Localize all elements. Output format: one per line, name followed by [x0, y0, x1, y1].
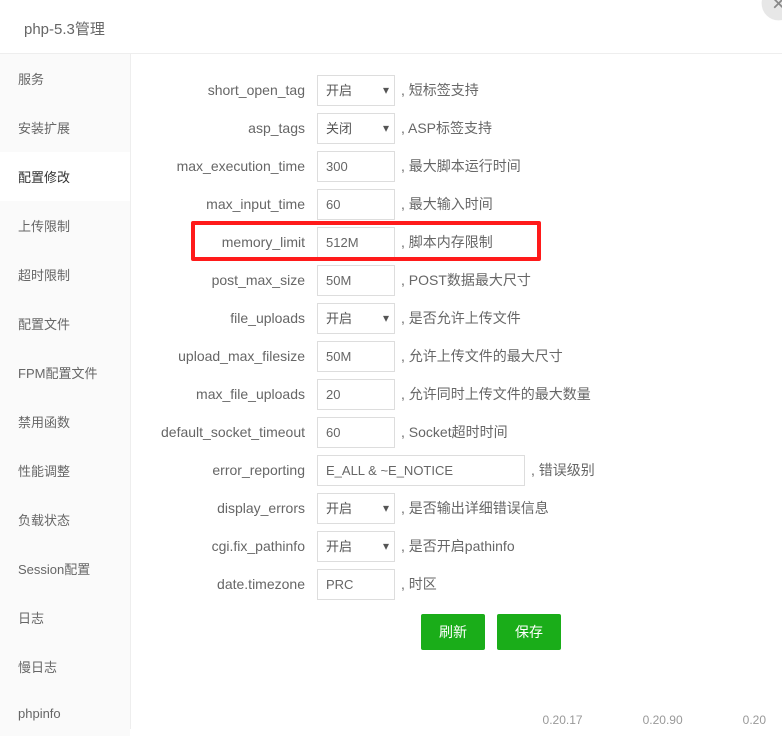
sidebar: 服务安装扩展配置修改上传限制超时限制配置文件FPM配置文件禁用函数性能调整负载状… [0, 54, 131, 729]
form-row-date.timezone: date.timezone , 时区 [131, 568, 772, 600]
refresh-button[interactable]: 刷新 [421, 614, 485, 650]
form-row-display_errors: display_errors开启 , 是否输出详细错误信息 [131, 492, 772, 524]
desc-date.timezone: , 时区 [401, 574, 437, 594]
form-label-max_file_uploads: max_file_uploads [131, 386, 317, 402]
select-wrap-short_open_tag: 开启 [317, 75, 395, 106]
sidebar-item-7[interactable]: 禁用函数 [0, 397, 130, 446]
select-display_errors[interactable]: 开启 [317, 493, 395, 524]
select-cgi.fix_pathinfo[interactable]: 开启 [317, 531, 395, 562]
desc-max_execution_time: , 最大脚本运行时间 [401, 156, 521, 176]
form-row-post_max_size: post_max_size , POST数据最大尺寸 [131, 264, 772, 296]
save-button[interactable]: 保存 [497, 614, 561, 650]
input-max_input_time[interactable] [317, 189, 395, 220]
form-row-memory_limit: memory_limit , 脚本内存限制 [131, 226, 772, 258]
form-label-short_open_tag: short_open_tag [131, 82, 317, 98]
select-wrap-cgi.fix_pathinfo: 开启 [317, 531, 395, 562]
input-upload_max_filesize[interactable] [317, 341, 395, 372]
form-label-error_reporting: error_reporting [131, 462, 317, 478]
sidebar-item-13[interactable]: phpinfo [0, 691, 130, 736]
input-default_socket_timeout[interactable] [317, 417, 395, 448]
desc-display_errors: , 是否输出详细错误信息 [401, 498, 549, 518]
desc-max_input_time: , 最大输入时间 [401, 194, 493, 214]
form-label-cgi.fix_pathinfo: cgi.fix_pathinfo [131, 538, 317, 554]
desc-cgi.fix_pathinfo: , 是否开启pathinfo [401, 536, 515, 556]
form-row-max_file_uploads: max_file_uploads , 允许同时上传文件的最大数量 [131, 378, 772, 410]
form-row-error_reporting: error_reporting , 错误级别 [131, 454, 772, 486]
form-label-default_socket_timeout: default_socket_timeout [131, 424, 317, 440]
footer-n2: 0.20.90 [643, 713, 683, 727]
desc-asp_tags: , ASP标签支持 [401, 118, 492, 138]
desc-max_file_uploads: , 允许同时上传文件的最大数量 [401, 384, 591, 404]
select-wrap-asp_tags: 关闭 [317, 113, 395, 144]
input-max_execution_time[interactable] [317, 151, 395, 182]
input-post_max_size[interactable] [317, 265, 395, 296]
input-error_reporting[interactable] [317, 455, 525, 486]
main-panel: short_open_tag开启, 短标签支持asp_tags关闭, ASP标签… [131, 54, 782, 729]
form-label-asp_tags: asp_tags [131, 120, 317, 136]
form-row-asp_tags: asp_tags关闭 , ASP标签支持 [131, 112, 772, 144]
sidebar-item-3[interactable]: 上传限制 [0, 201, 130, 250]
select-wrap-display_errors: 开启 [317, 493, 395, 524]
form-label-post_max_size: post_max_size [131, 272, 317, 288]
form-label-max_execution_time: max_execution_time [131, 158, 317, 174]
form-label-file_uploads: file_uploads [131, 310, 317, 326]
sidebar-item-9[interactable]: 负载状态 [0, 495, 130, 544]
input-date.timezone[interactable] [317, 569, 395, 600]
sidebar-item-10[interactable]: Session配置 [0, 544, 130, 593]
desc-short_open_tag: , 短标签支持 [401, 80, 479, 100]
sidebar-item-2[interactable]: 配置修改 [0, 152, 130, 201]
form-label-max_input_time: max_input_time [131, 196, 317, 212]
sidebar-item-12[interactable]: 慢日志 [0, 642, 130, 691]
desc-default_socket_timeout: , Socket超时时间 [401, 422, 508, 442]
footer-n3: 0.20 [743, 713, 766, 727]
input-memory_limit[interactable] [317, 227, 395, 258]
form-label-date.timezone: date.timezone [131, 576, 317, 592]
form-row-max_execution_time: max_execution_time , 最大脚本运行时间 [131, 150, 772, 182]
select-file_uploads[interactable]: 开启 [317, 303, 395, 334]
form-row-upload_max_filesize: upload_max_filesize , 允许上传文件的最大尺寸 [131, 340, 772, 372]
sidebar-item-6[interactable]: FPM配置文件 [0, 348, 130, 397]
sidebar-item-0[interactable]: 服务 [0, 54, 130, 103]
input-max_file_uploads[interactable] [317, 379, 395, 410]
form-label-memory_limit: memory_limit [131, 234, 317, 250]
select-wrap-file_uploads: 开启 [317, 303, 395, 334]
desc-error_reporting: , 错误级别 [531, 460, 595, 480]
form-row-short_open_tag: short_open_tag开启 , 短标签支持 [131, 74, 772, 106]
desc-memory_limit: , 脚本内存限制 [401, 232, 493, 252]
desc-upload_max_filesize: , 允许上传文件的最大尺寸 [401, 346, 563, 366]
form-row-file_uploads: file_uploads开启 , 是否允许上传文件 [131, 302, 772, 334]
form-row-max_input_time: max_input_time , 最大输入时间 [131, 188, 772, 220]
desc-file_uploads: , 是否允许上传文件 [401, 308, 521, 328]
form-label-upload_max_filesize: upload_max_filesize [131, 348, 317, 364]
form-row-cgi.fix_pathinfo: cgi.fix_pathinfo开启 , 是否开启pathinfo [131, 530, 772, 562]
select-short_open_tag[interactable]: 开启 [317, 75, 395, 106]
sidebar-item-4[interactable]: 超时限制 [0, 250, 130, 299]
sidebar-item-1[interactable]: 安装扩展 [0, 103, 130, 152]
footer-n1: 0.20.17 [543, 713, 583, 727]
form-row-default_socket_timeout: default_socket_timeout , Socket超时时间 [131, 416, 772, 448]
footer-numbers: 0.20.17 0.20.90 0.20 [543, 713, 782, 727]
window-title: php-5.3管理 [0, 0, 782, 54]
button-row: 刷新 保存 [421, 614, 772, 650]
select-asp_tags[interactable]: 关闭 [317, 113, 395, 144]
sidebar-item-11[interactable]: 日志 [0, 593, 130, 642]
desc-post_max_size: , POST数据最大尺寸 [401, 270, 531, 290]
main-container: 服务安装扩展配置修改上传限制超时限制配置文件FPM配置文件禁用函数性能调整负载状… [0, 54, 782, 729]
form-label-display_errors: display_errors [131, 500, 317, 516]
sidebar-item-5[interactable]: 配置文件 [0, 299, 130, 348]
sidebar-item-8[interactable]: 性能调整 [0, 446, 130, 495]
